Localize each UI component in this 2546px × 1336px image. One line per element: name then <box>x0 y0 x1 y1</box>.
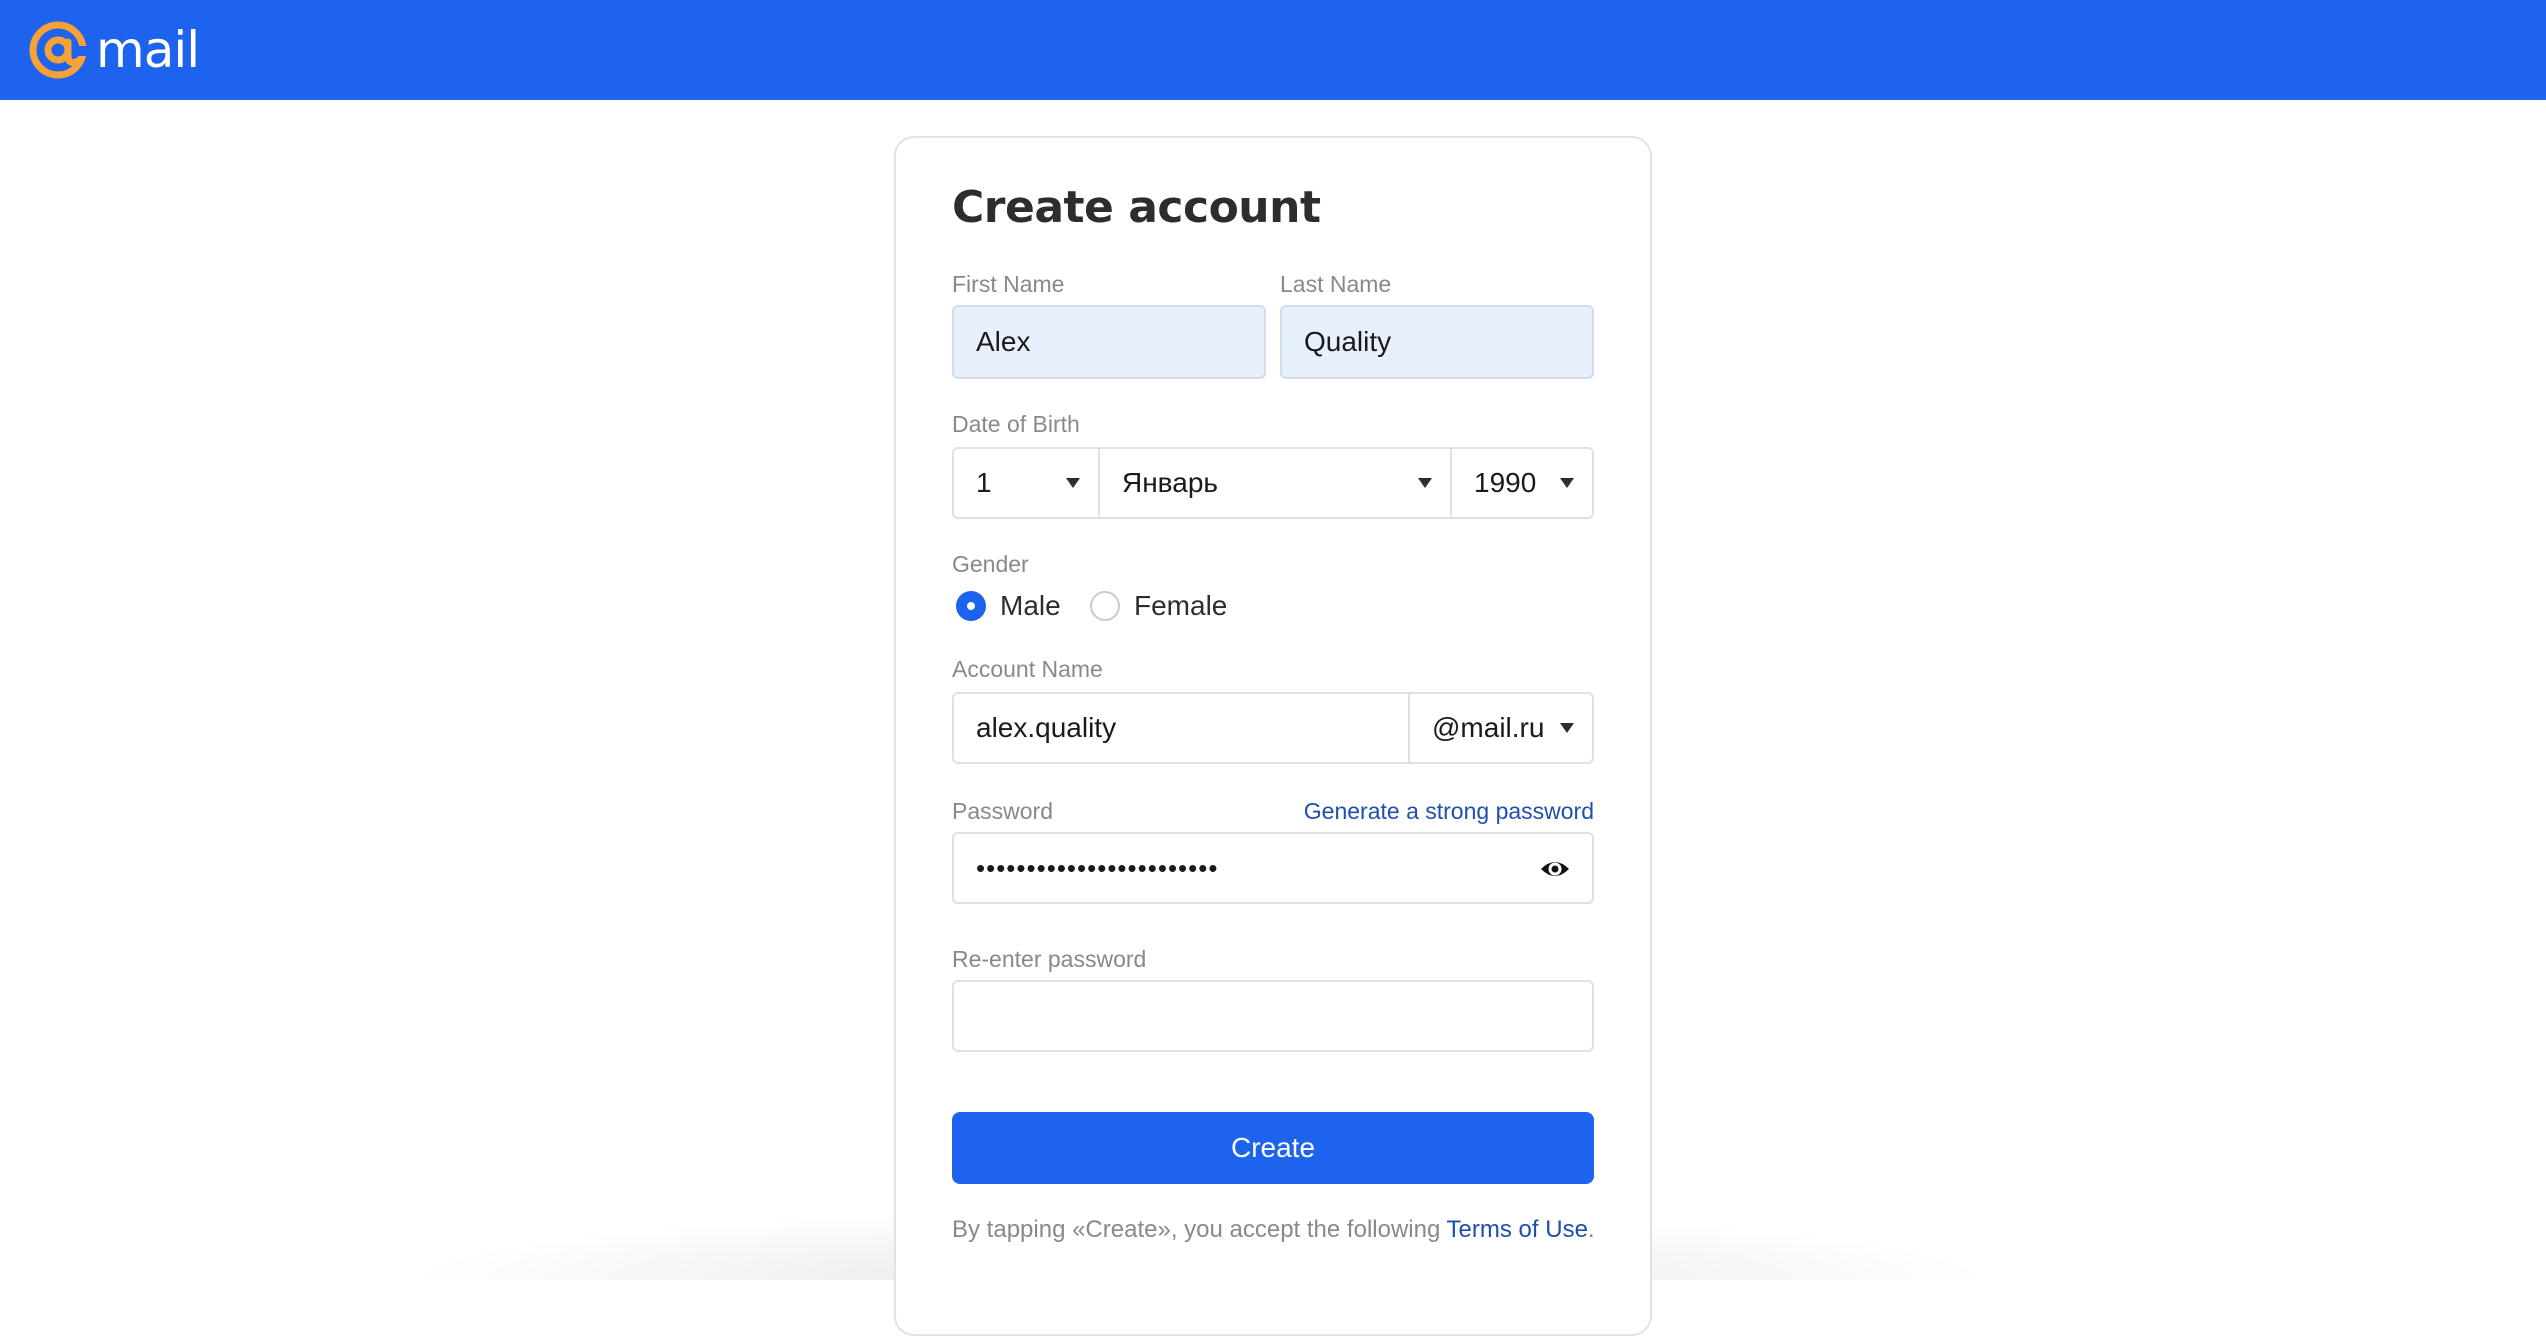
password-label: Password <box>952 798 1053 824</box>
caret-down-icon <box>1418 478 1432 488</box>
domain-select[interactable]: @mail.ru <box>1410 694 1592 762</box>
generate-password-link[interactable]: Generate a strong password <box>1304 798 1594 825</box>
female-radio[interactable] <box>1090 591 1120 621</box>
terms-of-use-link[interactable]: Terms of Use <box>1447 1216 1588 1243</box>
brand-name: mail <box>96 21 200 79</box>
gender-label: Gender <box>952 551 1029 577</box>
account-name-input[interactable]: alex.quality <box>954 694 1408 762</box>
dob-month-select[interactable]: Январь <box>1100 449 1450 517</box>
dob-selects: 1 Январь 1990 <box>952 447 1594 519</box>
first-name-label: First Name <box>952 271 1065 297</box>
caret-down-icon <box>1560 478 1574 488</box>
male-radio[interactable] <box>956 591 986 621</box>
caret-down-icon <box>1066 478 1080 488</box>
male-label: Male <box>1000 590 1061 621</box>
dob-day-value: 1 <box>976 467 992 498</box>
dob-year-select[interactable]: 1990 <box>1452 449 1592 517</box>
domain-value: @mail.ru <box>1432 712 1545 743</box>
gender-option-female[interactable]: Female <box>1090 590 1227 622</box>
dob-month-value: Январь <box>1122 467 1218 498</box>
female-label: Female <box>1134 590 1228 621</box>
password-value: •••••••••••••••••••••••• <box>976 852 1219 883</box>
mail-logo[interactable]: mail <box>28 18 200 82</box>
top-bar: mail <box>0 0 2546 100</box>
account-name-group: alex.quality @mail.ru <box>952 692 1594 764</box>
last-name-input[interactable]: Quality <box>1280 305 1594 379</box>
terms-prefix: By tapping «Create», you accept the foll… <box>952 1216 1441 1243</box>
caret-down-icon <box>1560 723 1574 733</box>
dob-year-value: 1990 <box>1474 467 1537 498</box>
first-name-value: Alex <box>976 326 1031 357</box>
terms-text: By tapping «Create», you accept the foll… <box>952 1216 1595 1244</box>
last-name-label: Last Name <box>1280 271 1392 297</box>
dob-label: Date of Birth <box>952 411 1080 437</box>
create-account-card: Create account First Name Last Name Alex… <box>894 136 1652 1336</box>
terms-suffix: . <box>1587 1216 1595 1243</box>
page-title: Create account <box>952 182 1321 233</box>
password-input[interactable]: •••••••••••••••••••••••• <box>952 832 1594 904</box>
eye-icon[interactable] <box>1540 856 1570 882</box>
at-sign-icon <box>29 21 88 79</box>
gender-option-male[interactable]: Male <box>956 590 1061 622</box>
account-name-label: Account Name <box>952 656 1103 682</box>
last-name-value: Quality <box>1304 326 1392 357</box>
reenter-password-input[interactable] <box>952 980 1594 1052</box>
dob-day-select[interactable]: 1 <box>954 449 1098 517</box>
first-name-input[interactable]: Alex <box>952 305 1266 379</box>
reenter-password-label: Re-enter password <box>952 946 1147 972</box>
create-button[interactable]: Create <box>952 1112 1594 1184</box>
account-name-value: alex.quality <box>976 712 1117 743</box>
